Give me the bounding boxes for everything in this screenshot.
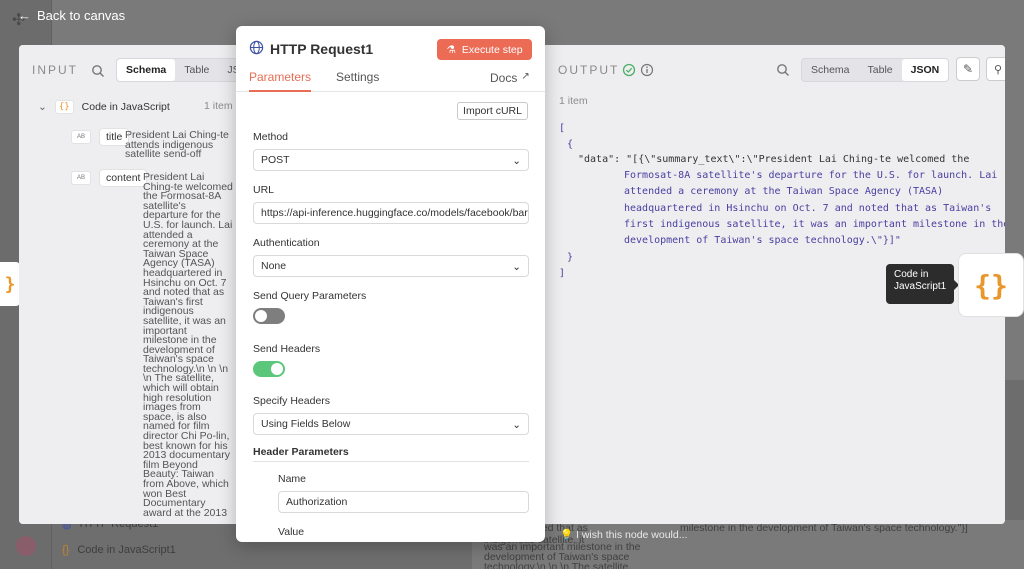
external-link-icon: ↗ (521, 71, 530, 82)
output-item-count: 1 item (559, 95, 588, 107)
tab-table[interactable]: Table (859, 59, 902, 81)
execute-step-button[interactable]: ⚗ Execute step (437, 39, 532, 60)
output-title: OUTPUT (558, 63, 620, 77)
bg-partial-text: technology.\n \n \n The satellite, (484, 561, 632, 569)
chevron-down-icon[interactable]: ⌄ (38, 101, 47, 113)
toggle-knob (255, 310, 267, 322)
tab-settings[interactable]: Settings (336, 70, 379, 90)
specify-headers-select[interactable]: Using Fields Below ⌄ (253, 413, 529, 435)
node-tooltip: Code in JavaScript1 (886, 264, 954, 304)
tab-json[interactable]: JSON (901, 59, 949, 81)
node-settings-panel: HTTP Request1 ⚗ Execute step Parameters … (236, 26, 545, 542)
edit-output-button[interactable]: ✎ (956, 57, 980, 81)
url-input[interactable]: https://api-inference.huggingface.co/mod… (253, 202, 529, 224)
search-icon[interactable] (776, 63, 790, 77)
header-name-label: Name (278, 473, 307, 485)
input-item-count: 1 item (204, 100, 233, 112)
send-query-toggle[interactable] (253, 308, 285, 324)
header-name-input[interactable]: Authorization (278, 491, 529, 513)
method-label: Method (253, 131, 289, 143)
chevron-down-icon: ⌄ (512, 419, 521, 431)
pin-output-button[interactable]: ⚲ (986, 57, 1005, 81)
user-avatar[interactable] (16, 536, 36, 556)
method-select[interactable]: POST ⌄ (253, 149, 529, 171)
schema-node-name: Code in JavaScript (81, 101, 170, 113)
field-key: content (99, 169, 148, 187)
tab-table[interactable]: Table (175, 59, 218, 81)
json-line: first indigenous satellite, it was an im… (624, 219, 1005, 230)
json-line: "data": "[{\"summary_text\":\"President … (578, 154, 970, 165)
tab-schema[interactable]: Schema (117, 59, 176, 81)
json-line: } (567, 252, 574, 263)
flask-icon: ⚗ (446, 43, 456, 56)
back-to-canvas-link[interactable]: ← Back to canvas (18, 8, 125, 23)
authentication-select[interactable]: None ⌄ (253, 255, 529, 277)
json-line: Formosat-8A satellite's departure for th… (624, 170, 998, 181)
send-query-label: Send Query Parameters (253, 290, 367, 302)
check-circle-icon (622, 63, 636, 77)
chevron-down-icon: ⌄ (512, 155, 521, 167)
url-label: URL (253, 184, 275, 196)
arrow-left-icon: ← (18, 8, 31, 23)
parameters-form: Import cURL Method POST ⌄ URL https://ap… (236, 92, 545, 542)
json-line: [ (559, 123, 566, 134)
chevron-down-icon: ⌄ (512, 261, 521, 273)
input-title: INPUT (32, 63, 78, 77)
header-params-label: Header Parameters (253, 446, 349, 458)
bg-node-row[interactable]: {} Code in JavaScript1 (62, 540, 176, 560)
input-view-switch: Schema Table JS (116, 58, 236, 82)
globe-icon (249, 40, 264, 55)
specify-headers-label: Specify Headers (253, 395, 331, 407)
search-icon[interactable] (91, 64, 105, 78)
authentication-label: Authentication (253, 237, 320, 249)
bg-node-label: Code in JavaScript1 (77, 544, 176, 556)
pencil-icon: ✎ (962, 62, 974, 76)
output-view-switch: Schema Table JSON (801, 58, 950, 82)
lightbulb-icon: 💡 (560, 529, 574, 541)
schema-node-row[interactable]: ⌄ {} Code in JavaScript (38, 100, 170, 114)
string-type-badge: AB (71, 171, 92, 185)
tab-parameters[interactable]: Parameters (249, 70, 312, 92)
import-curl-button[interactable]: Import cURL (457, 102, 528, 120)
schema-field-content[interactable]: AB content (71, 169, 148, 187)
json-line: attended a ceremony at the Taiwan Space … (624, 186, 944, 197)
field-value: President Lai Ching-te welcomed the Form… (143, 171, 233, 519)
toggle-knob (271, 363, 283, 375)
json-line: headquartered in Hsinchu on Oct. 7 and n… (624, 203, 992, 214)
tab-json[interactable]: JS (218, 59, 236, 81)
docs-link[interactable]: Docs ↗ (490, 71, 530, 85)
json-line: { (567, 139, 574, 150)
input-node-handle[interactable]: } (0, 262, 20, 306)
string-type-badge: AB (71, 130, 92, 144)
bg-right-panel (1005, 380, 1024, 520)
send-headers-label: Send Headers (253, 343, 321, 355)
feedback-hint[interactable]: 💡 I wish this node would... (560, 528, 687, 541)
divider (253, 461, 529, 462)
json-line: development of Taiwan's space technology… (624, 235, 901, 246)
pin-icon: ⚲ (993, 63, 1003, 76)
schema-field-title[interactable]: AB title (71, 128, 130, 146)
header-value-label: Value (278, 526, 305, 538)
tab-schema[interactable]: Schema (802, 59, 859, 81)
input-panel: INPUT Schema Table JS ⌄ {} Code in JavaS… (19, 45, 236, 524)
send-headers-toggle[interactable] (253, 361, 285, 377)
node-header: HTTP Request1 ⚗ Execute step Parameters … (236, 26, 545, 92)
field-value: President Lai Ching-te attends indigenou… (125, 129, 229, 161)
json-line: ] (559, 268, 566, 279)
code-icon: {} (62, 544, 70, 556)
output-node-card[interactable]: {} (958, 253, 1024, 317)
code-icon: {} (54, 100, 74, 114)
info-icon[interactable] (640, 63, 654, 77)
node-title[interactable]: HTTP Request1 (270, 41, 373, 57)
code-braces-icon: {} (974, 268, 1008, 302)
